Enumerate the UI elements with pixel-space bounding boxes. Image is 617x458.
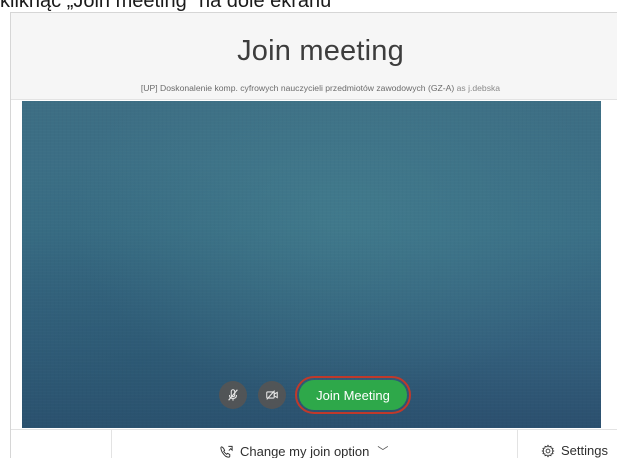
screenshot: kliknąć „Join meeting” na dole ekranu Jo… bbox=[0, 0, 617, 458]
change-join-option-label: Change my join option bbox=[240, 443, 370, 458]
page-title: Join meeting bbox=[237, 35, 404, 67]
footer-divider bbox=[111, 430, 112, 458]
join-meeting-window: Join meeting [UP] Doskonalenie komp. cyf… bbox=[10, 12, 617, 458]
settings-button[interactable]: Settings bbox=[541, 443, 608, 458]
footer-bar: Change my join option ﹀ Settings bbox=[11, 429, 617, 458]
meeting-name: [UP] Doskonalenie komp. cyfrowych nauczy… bbox=[140, 83, 455, 93]
join-meeting-button[interactable]: Join Meeting bbox=[299, 380, 407, 410]
settings-label: Settings bbox=[561, 443, 608, 458]
footer-divider bbox=[517, 430, 518, 458]
user-identity: as j.debska bbox=[456, 83, 501, 93]
microphone-muted-icon bbox=[228, 389, 238, 401]
join-button-highlight: Join Meeting bbox=[295, 376, 411, 414]
gear-icon bbox=[541, 444, 555, 457]
change-join-option-button[interactable]: Change my join option ﹀ bbox=[219, 443, 388, 458]
chevron-down-icon: ﹀ bbox=[377, 446, 389, 458]
dialog-header: Join meeting [UP] Doskonalenie komp. cyf… bbox=[11, 13, 617, 100]
camera-off-icon bbox=[266, 390, 278, 400]
call-icon bbox=[220, 445, 233, 458]
meeting-subtitle: [UP] Doskonalenie komp. cyfrowych nauczy… bbox=[11, 83, 617, 93]
video-toggle-button[interactable] bbox=[258, 381, 286, 409]
mute-button[interactable] bbox=[219, 381, 247, 409]
